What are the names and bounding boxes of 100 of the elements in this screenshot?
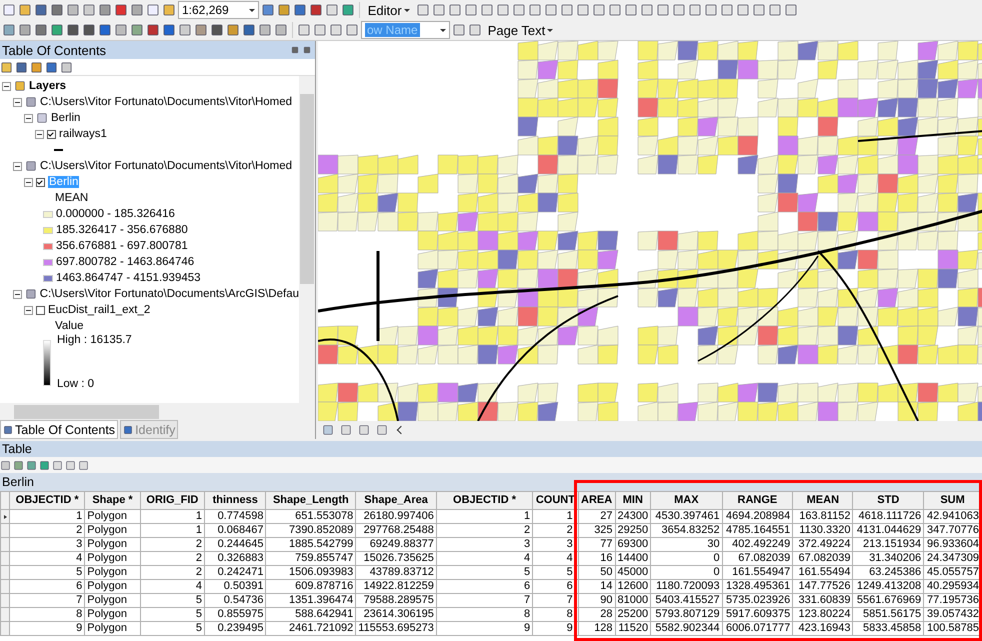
toolbar-icon[interactable] <box>468 23 482 37</box>
toolbar-icon[interactable] <box>98 3 112 17</box>
table-tab[interactable]: Berlin <box>2 475 34 489</box>
column-header[interactable]: Shape * <box>84 492 140 510</box>
toolbar-icon[interactable] <box>313 23 327 37</box>
toolbar-icon[interactable] <box>50 23 64 37</box>
row-selector[interactable] <box>0 510 10 524</box>
toolbar-icon[interactable] <box>226 23 240 37</box>
column-header[interactable]: COUNT <box>532 492 578 510</box>
toolbar-icon[interactable] <box>544 3 558 17</box>
toolbar-icon[interactable] <box>608 3 622 17</box>
layer-name[interactable]: C:\Users\Vitor Fortunato\Documents\ArcGIS\Defau <box>40 288 299 300</box>
scrollbar[interactable] <box>0 403 315 421</box>
toolbar-icon[interactable] <box>297 23 311 37</box>
toolbar-icon[interactable] <box>416 3 430 17</box>
toolbar-icon[interactable] <box>480 3 494 17</box>
scale-dropdown[interactable]: 1:62,269 <box>178 1 259 19</box>
toolbar-icon[interactable] <box>528 3 542 17</box>
toolbar-icon[interactable] <box>162 3 176 17</box>
collapse-icon[interactable] <box>2 82 11 90</box>
toolbar-icon[interactable] <box>34 3 48 17</box>
column-header[interactable]: AREA <box>578 492 616 510</box>
toolbar-icon[interactable] <box>242 23 256 37</box>
toolbar-icon[interactable] <box>45 60 58 74</box>
layer-name[interactable]: EucDist_rail1_ext_2 <box>48 304 150 316</box>
toolbar-icon[interactable] <box>13 460 24 470</box>
toolbar-icon[interactable] <box>432 3 446 17</box>
toolbar-icon[interactable] <box>274 23 288 37</box>
toolbar-icon[interactable] <box>752 3 766 17</box>
toolbar-icon[interactable] <box>672 3 686 17</box>
toolbar-icon[interactable] <box>52 460 63 470</box>
toolbar-icon[interactable] <box>308 3 323 17</box>
toolbar-icon[interactable] <box>18 23 32 37</box>
column-header[interactable]: MEAN <box>792 492 853 510</box>
layer-name[interactable]: Layers <box>29 80 66 92</box>
toolbar-icon[interactable] <box>292 3 307 17</box>
editor-menu[interactable]: Editor <box>364 2 414 18</box>
toolbar-icon[interactable] <box>0 60 13 74</box>
toolbar-icon[interactable] <box>329 23 343 37</box>
layer-name[interactable]: railways1 <box>59 128 107 140</box>
toolbar-icon[interactable] <box>512 3 526 17</box>
toolbar-icon[interactable] <box>258 23 272 37</box>
collapse-icon[interactable] <box>24 306 33 314</box>
toolbar-icon[interactable] <box>704 3 718 17</box>
collapse-icon[interactable] <box>13 98 22 106</box>
toolbar-icon[interactable] <box>0 460 11 470</box>
collapse-icon[interactable] <box>35 130 44 138</box>
column-header[interactable]: OBJECTID * <box>436 492 533 510</box>
toolbar-icon[interactable] <box>345 23 359 37</box>
toolbar-icon[interactable] <box>656 3 670 17</box>
toolbar-icon[interactable] <box>50 3 64 17</box>
toolbar-icon[interactable] <box>624 3 638 17</box>
column-header[interactable]: SUM <box>924 492 982 510</box>
toolbar-icon[interactable] <box>82 3 96 17</box>
column-header[interactable]: thinness <box>204 492 266 510</box>
toolbar-icon[interactable] <box>736 3 750 17</box>
toolbar-icon[interactable] <box>30 60 43 74</box>
column-header[interactable]: MAX <box>650 492 722 510</box>
toolbar-icon[interactable] <box>2 3 16 17</box>
column-header[interactable]: MIN <box>615 492 651 510</box>
toolbar-icon[interactable] <box>66 23 80 37</box>
column-header[interactable]: STD <box>852 492 924 510</box>
layer-name[interactable]: Berlin <box>51 112 80 124</box>
toolbar-icon[interactable] <box>640 3 654 17</box>
layer-name[interactable]: C:\Users\Vitor Fortunato\Documents\Vitor\Homed <box>40 96 292 108</box>
checkbox[interactable] <box>36 306 45 314</box>
scrollbar[interactable] <box>299 76 315 403</box>
column-header[interactable]: Shape_Length <box>266 492 356 510</box>
layer-name[interactable]: C:\Users\Vitor Fortunato\Documents\Vitor\Homed <box>40 160 292 172</box>
toolbar-icon[interactable] <box>114 3 128 17</box>
toolbar-icon[interactable] <box>15 60 28 74</box>
collapse-icon[interactable] <box>24 114 33 122</box>
toolbar-icon[interactable] <box>162 23 176 37</box>
toolbar-icon[interactable] <box>114 23 128 37</box>
toolbar-icon[interactable] <box>340 3 355 17</box>
toolbar-icon[interactable] <box>260 3 275 17</box>
toolbar-icon[interactable] <box>2 23 16 37</box>
toolbar-icon[interactable] <box>130 3 144 17</box>
column-header[interactable]: Shape_Area <box>356 492 436 510</box>
toolbar-icon[interactable] <box>98 23 112 37</box>
toolbar-icon[interactable] <box>592 3 606 17</box>
toolbar-icon[interactable] <box>130 23 144 37</box>
column-header[interactable]: OBJECTID * <box>10 492 85 510</box>
column-header[interactable]: RANGE <box>722 492 793 510</box>
toolbar-icon[interactable] <box>448 3 462 17</box>
collapse-icon[interactable] <box>24 178 33 186</box>
toolbar-icon[interactable] <box>768 3 782 17</box>
toolbar-icon[interactable] <box>66 3 80 17</box>
toolbar-icon[interactable] <box>78 460 89 470</box>
toolbar-icon[interactable] <box>178 23 192 37</box>
toolbar-icon[interactable] <box>82 23 96 37</box>
toolbar-icon[interactable] <box>560 3 574 17</box>
collapse-icon[interactable] <box>13 290 22 298</box>
toolbar-icon[interactable] <box>146 23 160 37</box>
checkbox[interactable] <box>36 178 45 186</box>
toolbar-icon[interactable] <box>34 23 48 37</box>
toolbar-icon[interactable] <box>464 3 478 17</box>
toolbar-icon[interactable] <box>26 460 37 470</box>
page-text-menu[interactable]: Page Text <box>484 22 558 38</box>
toolbar-icon[interactable] <box>18 3 32 17</box>
